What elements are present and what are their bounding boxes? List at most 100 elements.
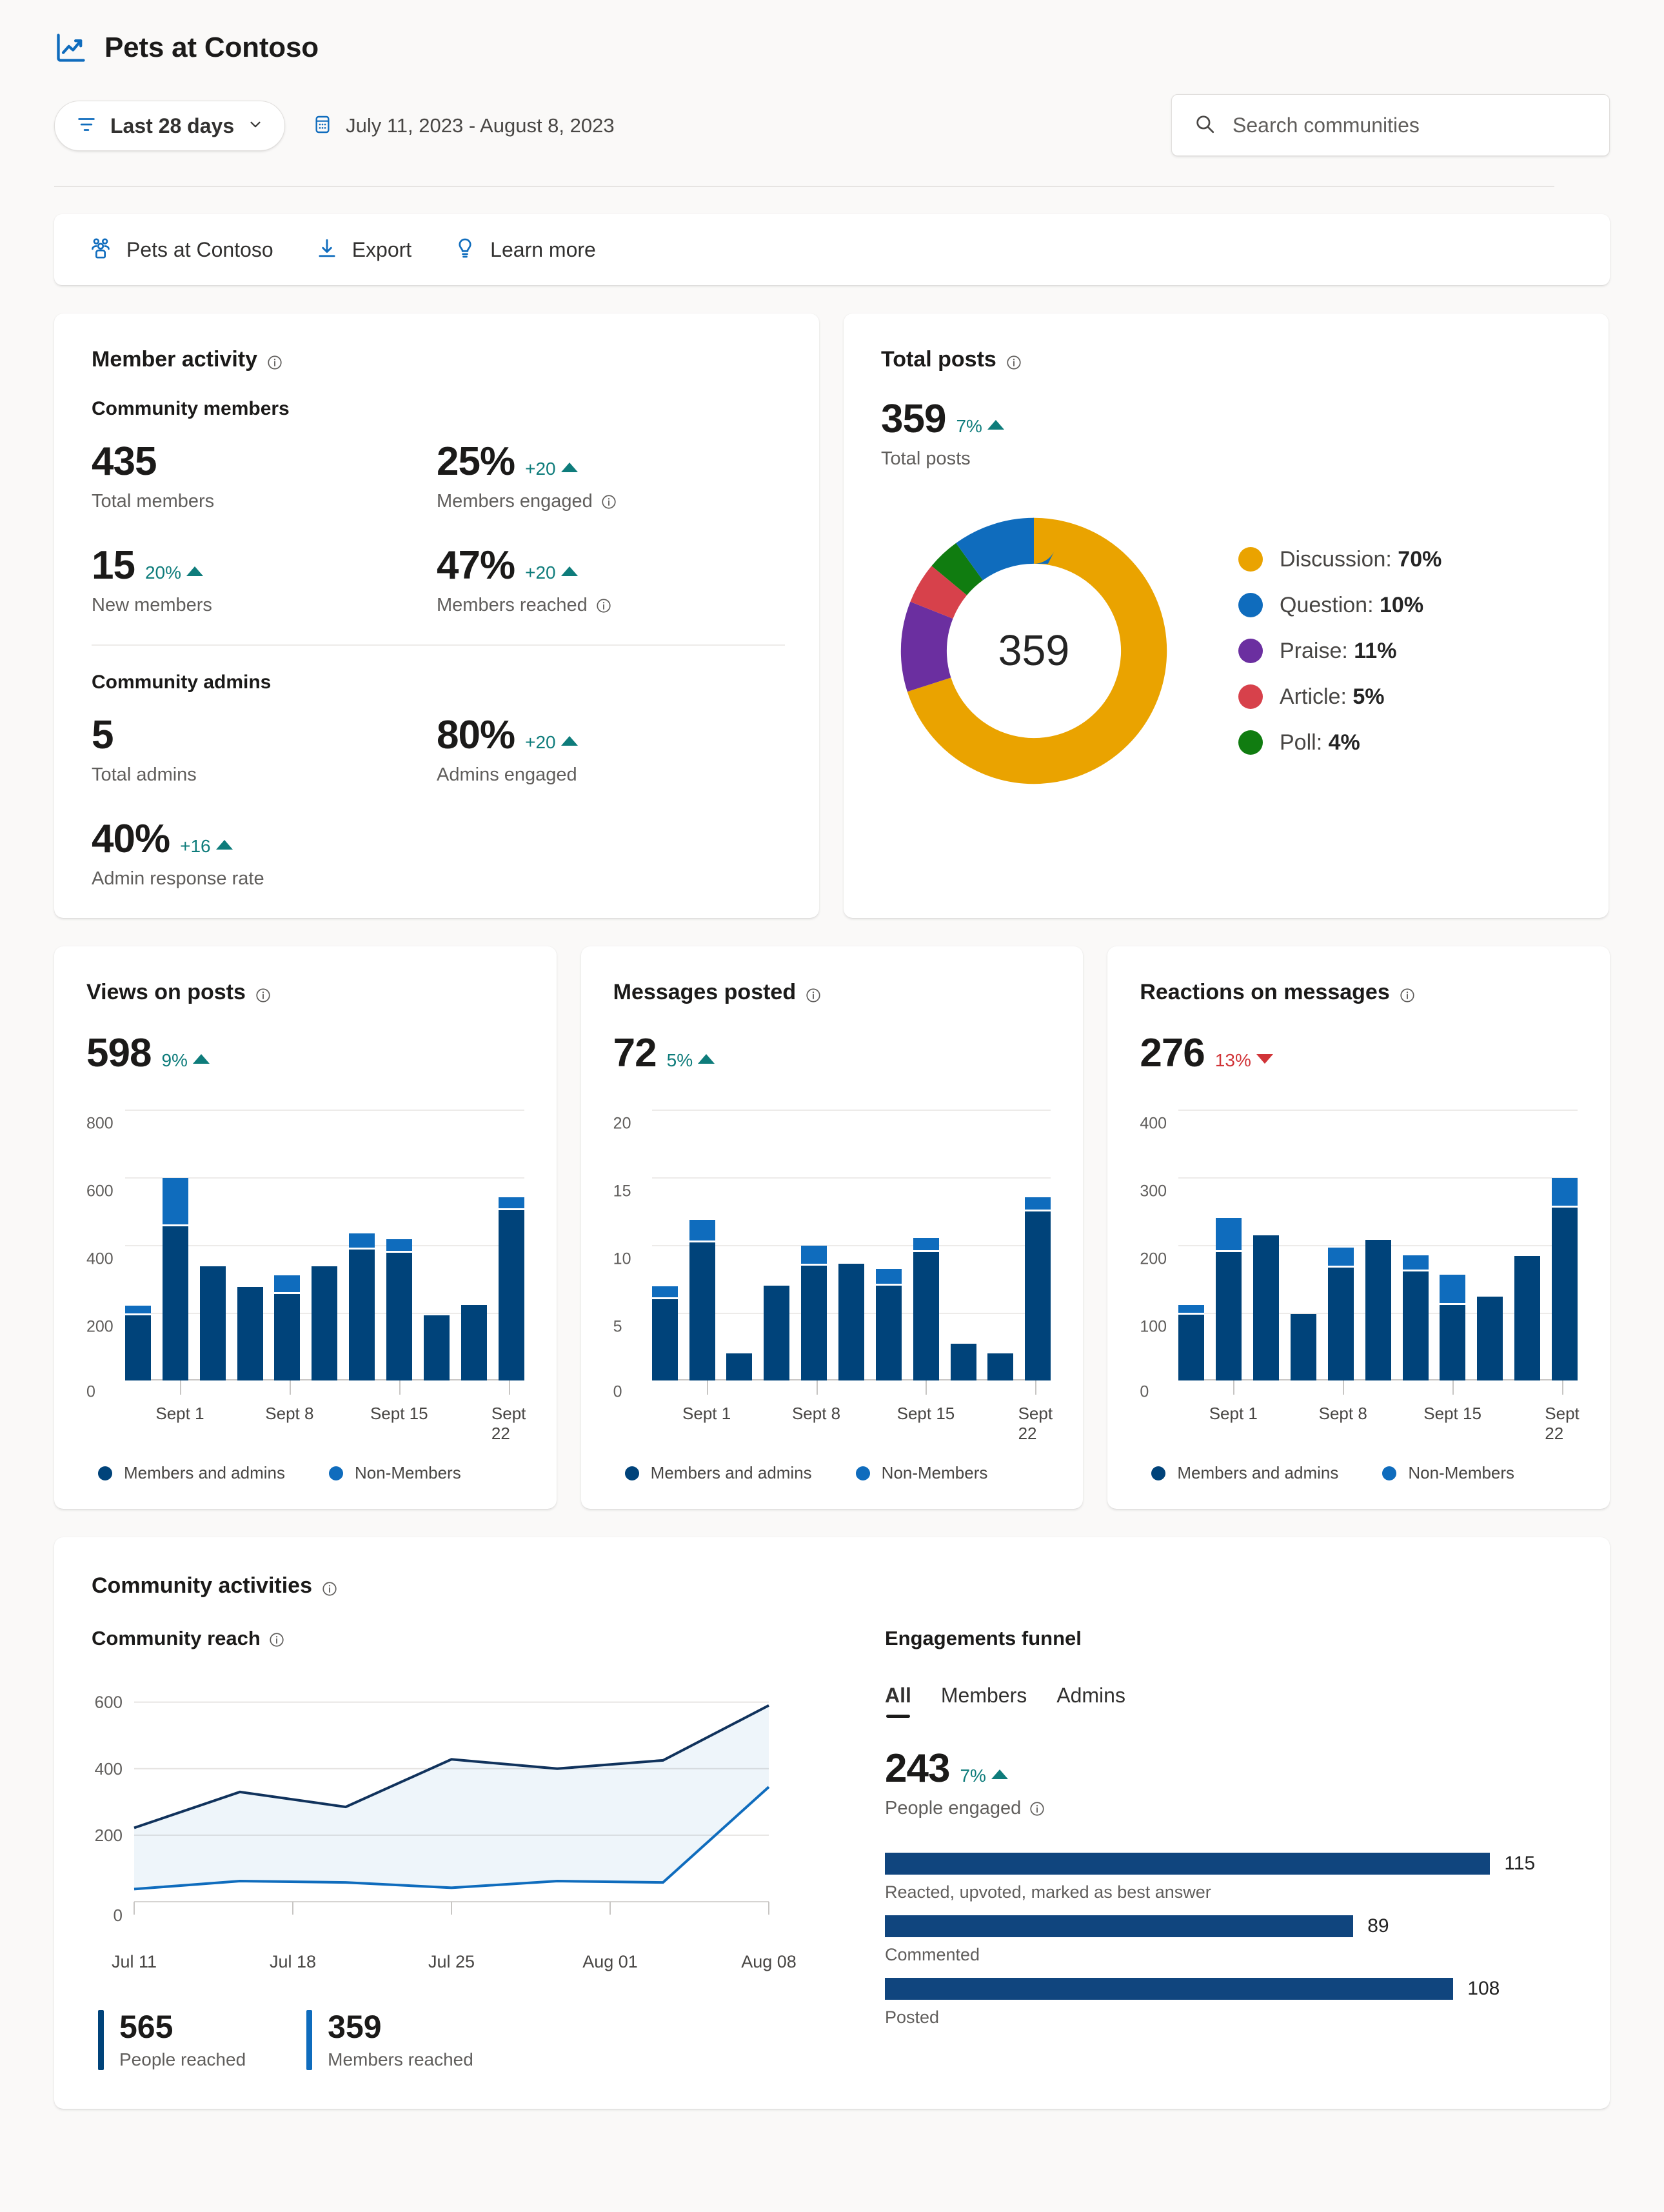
chart-legend: Members and admins Non-Members bbox=[1140, 1463, 1578, 1483]
bar-segment-members-admins bbox=[312, 1266, 338, 1380]
bar[interactable] bbox=[1253, 1235, 1280, 1380]
bar[interactable] bbox=[764, 1286, 790, 1380]
search-input[interactable]: Search communities bbox=[1171, 94, 1610, 156]
bar-segment-members-admins bbox=[726, 1353, 753, 1380]
bar-segment-members-admins bbox=[1216, 1251, 1242, 1380]
bar[interactable] bbox=[1477, 1296, 1503, 1380]
y-axis-tick-label: 300 bbox=[1140, 1182, 1167, 1201]
funnel-bar[interactable] bbox=[885, 1915, 1354, 1937]
tab-admins[interactable]: Admins bbox=[1056, 1684, 1125, 1718]
metric-label: Members reached bbox=[437, 595, 588, 615]
tab-all[interactable]: All bbox=[885, 1684, 911, 1718]
funnel-bar[interactable] bbox=[885, 1978, 1454, 2000]
trend-up-icon bbox=[698, 1053, 715, 1064]
date-filter-button[interactable]: Last 28 days bbox=[54, 101, 286, 151]
info-icon[interactable] bbox=[1399, 984, 1416, 1002]
bar[interactable] bbox=[1178, 1304, 1205, 1380]
bar-segment-members-admins bbox=[913, 1251, 939, 1380]
bar[interactable] bbox=[875, 1268, 902, 1380]
metric-value: 243 bbox=[885, 1746, 950, 1791]
info-icon[interactable] bbox=[321, 1578, 338, 1596]
bar[interactable] bbox=[162, 1178, 188, 1380]
y-axis-tick-label: 100 bbox=[1140, 1317, 1167, 1336]
bar[interactable] bbox=[1440, 1275, 1466, 1380]
info-icon[interactable] bbox=[595, 597, 612, 614]
bar[interactable] bbox=[125, 1306, 151, 1380]
svg-text:400: 400 bbox=[95, 1759, 123, 1779]
info-icon[interactable] bbox=[1029, 1800, 1045, 1817]
bar[interactable] bbox=[726, 1353, 753, 1380]
bar[interactable] bbox=[1327, 1248, 1354, 1380]
chevron-down-icon bbox=[247, 116, 264, 136]
engagements-funnel-section: Engagements funnel All Members Admins 24… bbox=[885, 1627, 1572, 2070]
x-axis-tick bbox=[816, 1380, 818, 1395]
bar[interactable] bbox=[237, 1286, 263, 1380]
metric-total-members: 435 Total members bbox=[92, 442, 437, 512]
bar[interactable] bbox=[1402, 1255, 1429, 1380]
bar-segment-members-admins bbox=[199, 1266, 226, 1380]
trend-up-icon bbox=[560, 735, 578, 746]
trend-up-icon bbox=[560, 566, 578, 576]
stat-label: People reached bbox=[119, 2049, 246, 2069]
bar[interactable] bbox=[913, 1237, 939, 1380]
toolbar-item-community[interactable]: Pets at Contoso bbox=[88, 235, 273, 264]
legend-label: Non-Members bbox=[1408, 1463, 1515, 1482]
x-axis-ticks bbox=[125, 1380, 524, 1397]
bar[interactable] bbox=[987, 1353, 1014, 1380]
y-axis-tick-label: 0 bbox=[86, 1382, 95, 1401]
messages-posted-card: Messages posted 72 5% 0 5 10 15 20 Sept 1 Sep… bbox=[580, 946, 1084, 1509]
metric-value: 80% bbox=[437, 713, 515, 757]
bar[interactable] bbox=[651, 1286, 678, 1380]
legend-dot-members-admins bbox=[98, 1466, 112, 1480]
x-axis-labels: Sept 1 Sept 8 Sept 15 Sept 22 bbox=[1178, 1404, 1580, 1443]
bar[interactable] bbox=[498, 1197, 524, 1380]
app-header: Pets at Contoso bbox=[54, 0, 1610, 65]
bar-segment-members-admins bbox=[386, 1252, 413, 1380]
bar[interactable] bbox=[1514, 1255, 1541, 1380]
bar[interactable] bbox=[1290, 1314, 1316, 1380]
bar[interactable] bbox=[312, 1266, 338, 1380]
metric-delta: 9% bbox=[161, 1050, 188, 1070]
header-divider bbox=[54, 186, 1554, 187]
bar-segment-members-admins bbox=[950, 1344, 976, 1380]
bar[interactable] bbox=[838, 1264, 864, 1380]
lightbulb-icon bbox=[453, 236, 477, 264]
tab-members[interactable]: Members bbox=[941, 1684, 1027, 1718]
x-axis-tick bbox=[706, 1380, 708, 1395]
bar[interactable] bbox=[950, 1344, 976, 1380]
views-on-posts-card: Views on posts 598 9% 0 200 400 600 800 Sept… bbox=[54, 946, 557, 1509]
legend-value: 4 bbox=[1328, 730, 1341, 755]
x-axis-tick-label: Jul 11 bbox=[111, 1952, 157, 1971]
info-icon[interactable] bbox=[266, 352, 283, 370]
info-icon[interactable] bbox=[1005, 352, 1022, 370]
bar[interactable] bbox=[1551, 1178, 1578, 1380]
chart-legend: Members and admins Non-Members bbox=[86, 1463, 524, 1483]
info-icon[interactable] bbox=[600, 493, 617, 510]
metric-label: Total admins bbox=[92, 764, 197, 785]
bar[interactable] bbox=[386, 1239, 413, 1380]
legend-label: Members and admins bbox=[1177, 1463, 1339, 1482]
bar-segment-members-admins bbox=[1025, 1211, 1051, 1380]
bar[interactable] bbox=[423, 1315, 450, 1380]
bar-segment-members-admins bbox=[1551, 1208, 1578, 1380]
bar[interactable] bbox=[1025, 1197, 1051, 1380]
bar[interactable] bbox=[801, 1246, 827, 1380]
learn-more-button[interactable]: Learn more bbox=[453, 236, 596, 264]
bar[interactable] bbox=[1216, 1218, 1242, 1380]
activities-columns: Community reach 0 200 400 600 Jul 11 Jul 18 J… bbox=[92, 1627, 1572, 2070]
export-button[interactable]: Export bbox=[315, 236, 411, 264]
info-icon[interactable] bbox=[805, 984, 822, 1002]
info-icon[interactable] bbox=[255, 984, 272, 1002]
bar[interactable] bbox=[274, 1275, 301, 1380]
x-axis-tick-label: Sept 15 bbox=[1423, 1404, 1481, 1423]
bar[interactable] bbox=[1365, 1239, 1391, 1380]
info-icon[interactable] bbox=[268, 1630, 285, 1647]
bar[interactable] bbox=[349, 1233, 375, 1380]
bar-segment-non-members bbox=[498, 1197, 524, 1208]
funnel-bar[interactable] bbox=[885, 1853, 1491, 1875]
metric-delta: +20 bbox=[525, 732, 556, 752]
bar[interactable] bbox=[689, 1220, 715, 1380]
bar-segment-members-admins bbox=[801, 1265, 827, 1380]
bar[interactable] bbox=[461, 1305, 487, 1380]
bar[interactable] bbox=[199, 1266, 226, 1380]
